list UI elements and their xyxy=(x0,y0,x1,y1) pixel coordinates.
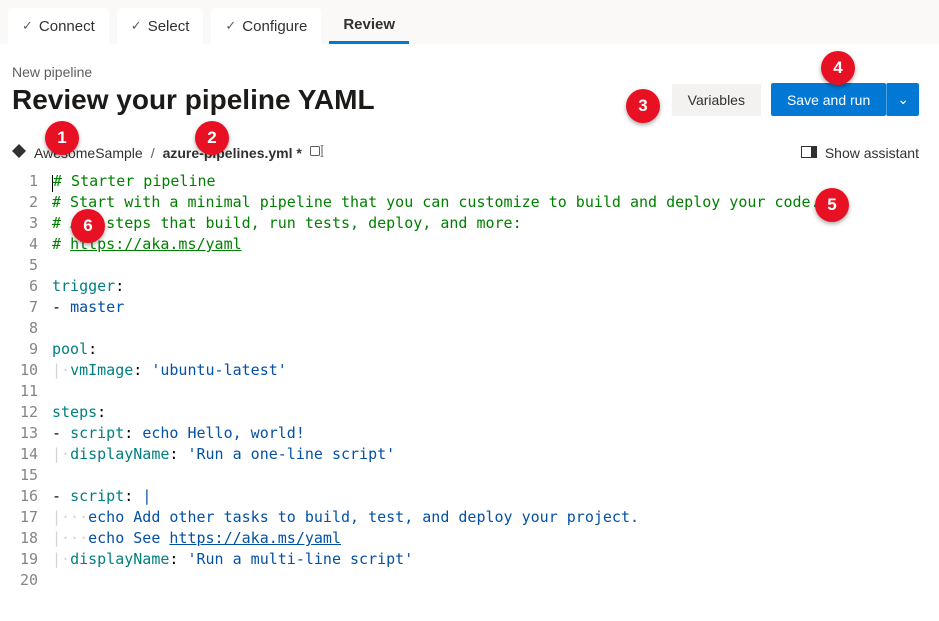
rename-file-icon[interactable] xyxy=(310,145,326,160)
code-line[interactable]: trigger: xyxy=(52,276,939,297)
tab-configure[interactable]: ✓ Configure xyxy=(211,8,321,44)
code-line[interactable] xyxy=(52,255,939,276)
callout-1: 1 xyxy=(45,121,79,155)
check-icon: ✓ xyxy=(22,18,33,34)
page-header: New pipeline Review your pipeline YAML V… xyxy=(0,44,939,134)
variables-button[interactable]: Variables xyxy=(672,84,761,116)
assistant-panel-icon xyxy=(801,145,817,161)
code-line[interactable] xyxy=(52,381,939,402)
page-subtitle: New pipeline xyxy=(12,64,375,80)
code-line[interactable]: |·vmImage: 'ubuntu-latest' xyxy=(52,360,939,381)
tab-select[interactable]: ✓ Select xyxy=(117,8,204,44)
code-line[interactable] xyxy=(52,465,939,486)
yaml-editor[interactable]: 1234567891011121314151617181920 # Starte… xyxy=(0,171,939,611)
page-title: Review your pipeline YAML xyxy=(12,84,375,116)
assistant-label: Show assistant xyxy=(825,145,919,161)
code-line[interactable] xyxy=(52,570,939,591)
line-gutter: 1234567891011121314151617181920 xyxy=(0,171,52,591)
check-icon: ✓ xyxy=(131,18,142,34)
check-icon: ✓ xyxy=(225,18,236,34)
tab-connect[interactable]: ✓ Connect xyxy=(8,8,109,44)
callout-2: 2 xyxy=(195,121,229,155)
tab-label: Review xyxy=(343,16,395,33)
breadcrumb-file: azure-pipelines.yml * xyxy=(163,145,302,161)
repo-icon xyxy=(12,144,26,161)
callout-5: 5 xyxy=(815,188,849,222)
tab-label: Configure xyxy=(242,18,307,35)
code-line[interactable]: |·displayName: 'Run a multi-line script' xyxy=(52,549,939,570)
code-line[interactable]: |···echo See https://aka.ms/yaml xyxy=(52,528,939,549)
wizard-tabs: ✓ Connect ✓ Select ✓ Configure Review xyxy=(0,0,939,44)
code-line[interactable]: # Starter pipeline xyxy=(52,171,939,192)
callout-3: 3 xyxy=(626,89,660,123)
show-assistant-button[interactable]: Show assistant xyxy=(801,145,919,161)
code-line[interactable] xyxy=(52,318,939,339)
code-line[interactable]: # Start with a minimal pipeline that you… xyxy=(52,192,939,213)
tab-label: Connect xyxy=(39,18,95,35)
code-line[interactable]: - master xyxy=(52,297,939,318)
save-and-run-button[interactable]: Save and run xyxy=(771,83,886,116)
code-line[interactable]: # Add steps that build, run tests, deplo… xyxy=(52,213,939,234)
code-line[interactable]: |·displayName: 'Run a one-line script' xyxy=(52,444,939,465)
code-line[interactable]: steps: xyxy=(52,402,939,423)
code-line[interactable]: # https://aka.ms/yaml xyxy=(52,234,939,255)
chevron-down-icon: ⌄ xyxy=(897,91,909,108)
code-line[interactable]: pool: xyxy=(52,339,939,360)
breadcrumb-sep: / xyxy=(151,145,155,161)
code-line[interactable]: - script: echo Hello, world! xyxy=(52,423,939,444)
save-and-run-dropdown[interactable]: ⌄ xyxy=(886,83,919,116)
tab-label: Select xyxy=(148,18,190,35)
code-line[interactable]: - script: | xyxy=(52,486,939,507)
callout-4: 4 xyxy=(821,51,855,85)
code-line[interactable]: |···echo Add other tasks to build, test,… xyxy=(52,507,939,528)
breadcrumb-bar: AwesomeSample / azure-pipelines.yml * Sh… xyxy=(0,134,939,171)
callout-6: 6 xyxy=(71,209,105,243)
code-content[interactable]: # Starter pipeline# Start with a minimal… xyxy=(52,171,939,591)
tab-review[interactable]: Review xyxy=(329,8,409,44)
